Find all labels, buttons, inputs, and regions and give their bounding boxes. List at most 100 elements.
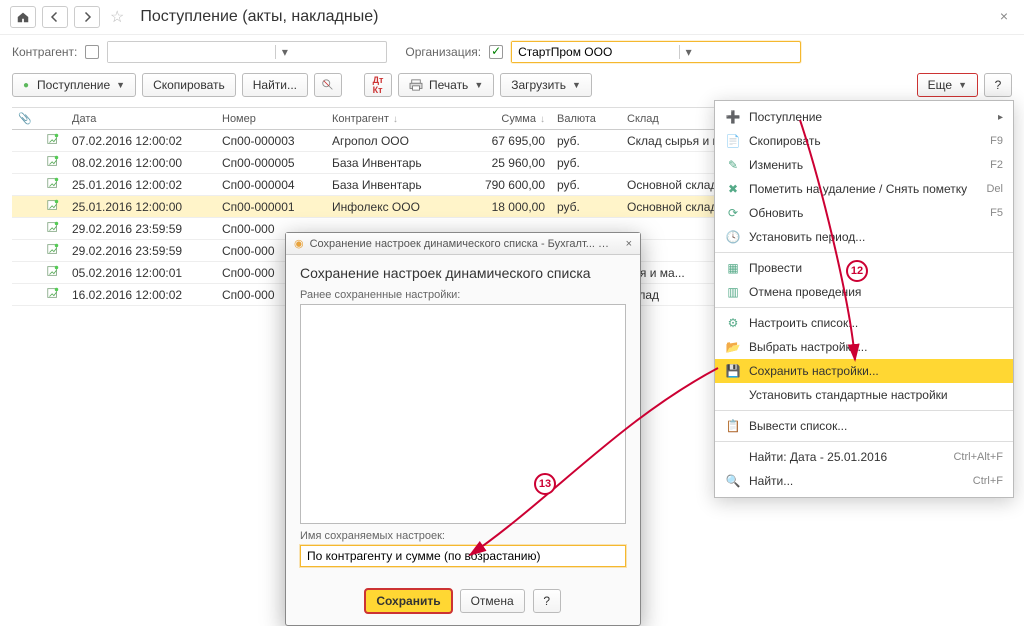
save-button[interactable]: Сохранить bbox=[365, 589, 451, 613]
chevron-down-icon: ▼ bbox=[958, 80, 967, 90]
cell-currency: руб. bbox=[551, 200, 621, 214]
menu-item[interactable]: ▥ Отмена проведения bbox=[715, 280, 1013, 304]
export-icon: 📋 bbox=[725, 418, 741, 434]
col-sum[interactable]: Сумма↓ bbox=[456, 113, 551, 125]
menu-item-label: Отмена проведения bbox=[749, 285, 861, 299]
cell-number: Сп00-000001 bbox=[216, 200, 326, 214]
menu-item[interactable]: 📄СкопироватьF9 bbox=[715, 129, 1013, 153]
more-menu: ➕Поступление📄СкопироватьF9✎ИзменитьF2✖По… bbox=[714, 100, 1014, 498]
blank-icon bbox=[725, 387, 741, 403]
cell-date: 05.02.2016 12:00:01 bbox=[66, 266, 216, 280]
cell-contractor: Агропол ООО bbox=[326, 134, 456, 148]
settings-name-input[interactable] bbox=[300, 545, 626, 567]
menu-item-label: Настроить список... bbox=[749, 316, 858, 330]
dt-kt-button[interactable]: ДтКт bbox=[364, 73, 392, 97]
printer-icon bbox=[409, 79, 423, 91]
cell-currency: руб. bbox=[551, 134, 621, 148]
blank-icon bbox=[725, 449, 741, 465]
print-button[interactable]: Печать ▼ bbox=[398, 73, 494, 97]
contractor-input[interactable] bbox=[108, 42, 275, 62]
menu-item[interactable]: 🕓Установить период... bbox=[715, 225, 1013, 249]
cell-date: 25.01.2016 12:00:00 bbox=[66, 200, 216, 214]
post-icon: ▦ bbox=[725, 260, 741, 276]
organization-combo[interactable]: ▾ bbox=[511, 41, 801, 63]
receipt-button[interactable]: Поступление ▼ bbox=[12, 73, 136, 97]
menu-item[interactable]: ✖Пометить на удаление / Снять пометкуDel bbox=[715, 177, 1013, 201]
menu-item[interactable]: ✎ИзменитьF2 bbox=[715, 153, 1013, 177]
more-button[interactable]: Еще ▼ bbox=[917, 73, 978, 97]
back-button[interactable] bbox=[42, 6, 68, 28]
col-contractor[interactable]: Контрагент↓ bbox=[326, 113, 456, 125]
dialog-close-button[interactable]: × bbox=[626, 238, 632, 250]
menu-item-label: Скопировать bbox=[749, 134, 821, 148]
organization-input[interactable] bbox=[512, 42, 679, 62]
period-icon: 🕓 bbox=[725, 229, 741, 245]
document-icon bbox=[46, 286, 60, 300]
unpost-icon: ▥ bbox=[725, 284, 741, 300]
refresh-icon: ⟳ bbox=[725, 205, 741, 221]
cell-date: 25.01.2016 12:00:02 bbox=[66, 178, 216, 192]
menu-item[interactable]: ⟳ОбновитьF5 bbox=[715, 201, 1013, 225]
contractor-combo[interactable]: ▾ bbox=[107, 41, 387, 63]
save-icon: 💾 bbox=[725, 363, 741, 379]
saved-settings-label: Ранее сохраненные настройки: bbox=[300, 289, 626, 301]
cell-currency: руб. bbox=[551, 156, 621, 170]
cell-date: 29.02.2016 23:59:59 bbox=[66, 222, 216, 236]
receipt-label: Поступление bbox=[37, 78, 110, 92]
menu-item[interactable]: ➕Поступление bbox=[715, 105, 1013, 129]
document-icon bbox=[46, 198, 60, 212]
saved-settings-list[interactable] bbox=[300, 304, 626, 524]
plus-icon: ➕ bbox=[725, 109, 741, 125]
save-settings-dialog: ◉ Сохранение настроек динамического спис… bbox=[285, 232, 641, 626]
cell-number: Сп00-000003 bbox=[216, 134, 326, 148]
col-date[interactable]: Дата bbox=[66, 113, 216, 125]
dialog-heading: Сохранение настроек динамического списка bbox=[300, 265, 626, 281]
load-button[interactable]: Загрузить ▼ bbox=[500, 73, 592, 97]
col-currency[interactable]: Валюта bbox=[551, 113, 621, 125]
delete-icon: ✖ bbox=[725, 181, 741, 197]
contractor-dropdown-icon[interactable]: ▾ bbox=[275, 45, 293, 59]
menu-item[interactable]: ⚙Настроить список... bbox=[715, 311, 1013, 335]
menu-item[interactable]: 🔍 Найти... Ctrl+F bbox=[715, 469, 1013, 493]
hotkey: F5 bbox=[990, 207, 1003, 219]
find-button[interactable]: Найти... bbox=[242, 73, 308, 97]
menu-item-label: Установить стандартные настройки bbox=[749, 388, 948, 402]
menu-item-label: Вывести список... bbox=[749, 419, 847, 433]
favorite-icon[interactable]: ☆ bbox=[110, 7, 124, 27]
hotkey: Ctrl+F bbox=[973, 475, 1003, 487]
find-icon: 🔍 bbox=[725, 473, 741, 489]
document-icon bbox=[46, 220, 60, 234]
close-button[interactable]: × bbox=[1000, 8, 1008, 24]
attachment-icon: 📎 bbox=[18, 113, 32, 125]
forward-button[interactable] bbox=[74, 6, 100, 28]
menu-item[interactable]: 📋 Вывести список... bbox=[715, 414, 1013, 438]
menu-item[interactable]: Найти: Дата - 25.01.2016Ctrl+Alt+F bbox=[715, 445, 1013, 469]
menu-item[interactable]: ▦Провести bbox=[715, 256, 1013, 280]
menu-item[interactable]: Установить стандартные настройки bbox=[715, 383, 1013, 407]
menu-item-label: Выбрать настройки... bbox=[749, 340, 867, 354]
menu-item-label: Пометить на удаление / Снять пометку bbox=[749, 182, 967, 196]
menu-item-label: Найти... bbox=[749, 474, 793, 488]
cell-number: Сп00-000005 bbox=[216, 156, 326, 170]
copy-icon: 📄 bbox=[725, 133, 741, 149]
copy-button[interactable]: Скопировать bbox=[142, 73, 236, 97]
cell-date: 29.02.2016 23:59:59 bbox=[66, 244, 216, 258]
app-icon: ◉ bbox=[294, 237, 304, 250]
dialog-help-button[interactable]: ? bbox=[533, 589, 561, 613]
menu-item[interactable]: 📂Выбрать настройки... bbox=[715, 335, 1013, 359]
contractor-label: Контрагент: bbox=[12, 45, 77, 59]
document-icon bbox=[46, 242, 60, 256]
cell-date: 16.02.2016 12:00:02 bbox=[66, 288, 216, 302]
clear-filter-button[interactable] bbox=[314, 73, 342, 97]
organization-checkbox[interactable] bbox=[489, 45, 503, 59]
cell-sum: 790 600,00 bbox=[456, 178, 551, 192]
help-button[interactable]: ? bbox=[984, 73, 1012, 97]
cancel-button[interactable]: Отмена bbox=[460, 589, 525, 613]
document-icon bbox=[46, 132, 60, 146]
col-number[interactable]: Номер bbox=[216, 113, 326, 125]
menu-item[interactable]: 💾Сохранить настройки... bbox=[715, 359, 1013, 383]
hotkey: Ctrl+Alt+F bbox=[953, 451, 1003, 463]
organization-dropdown-icon[interactable]: ▾ bbox=[679, 45, 697, 59]
home-button[interactable] bbox=[10, 6, 36, 28]
contractor-checkbox[interactable] bbox=[85, 45, 99, 59]
